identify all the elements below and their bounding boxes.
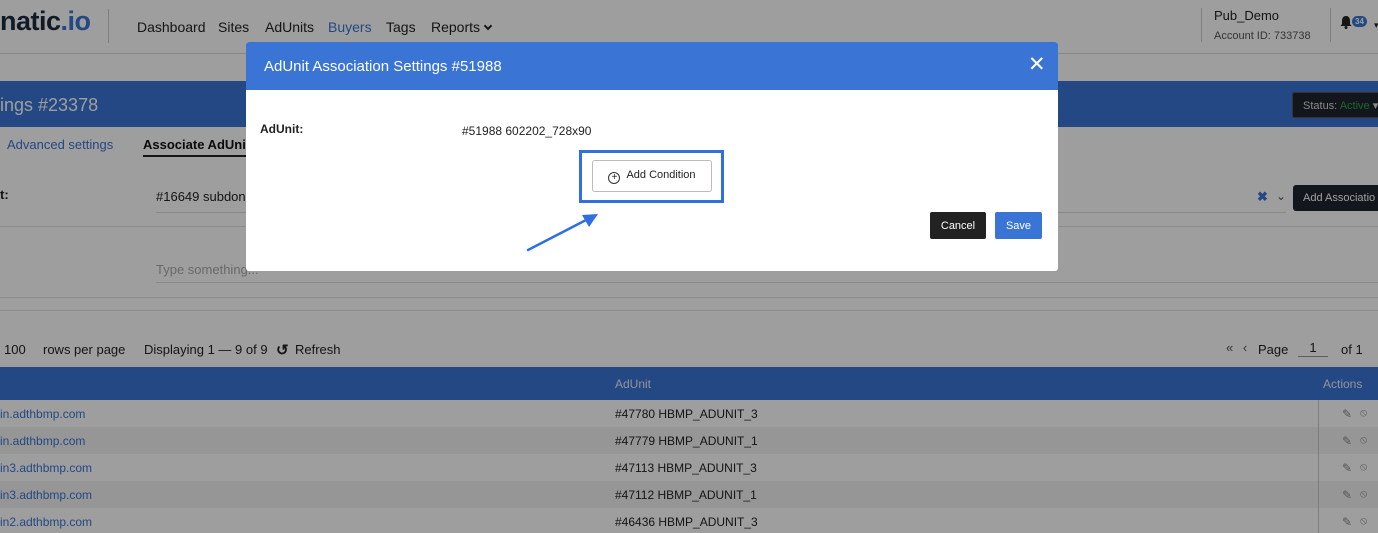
modal-header: AdUnit Association Settings #51988 ✕ [246,42,1058,90]
add-condition-button[interactable]: + Add Condition [592,160,712,192]
adunit-label: AdUnit: [260,122,304,136]
modal-title: AdUnit Association Settings #51988 [264,58,502,75]
annotation-arrow-icon [526,214,598,252]
adunit-association-modal: AdUnit Association Settings #51988 ✕ AdU… [246,42,1058,271]
plus-circle-icon: + [608,171,621,184]
add-condition-label: Add Condition [626,168,696,181]
cancel-button[interactable]: Cancel [930,212,986,239]
save-button[interactable]: Save [995,212,1042,239]
close-icon[interactable]: ✕ [1028,54,1046,75]
adunit-value: #51988 602202_728x90 [462,124,592,138]
